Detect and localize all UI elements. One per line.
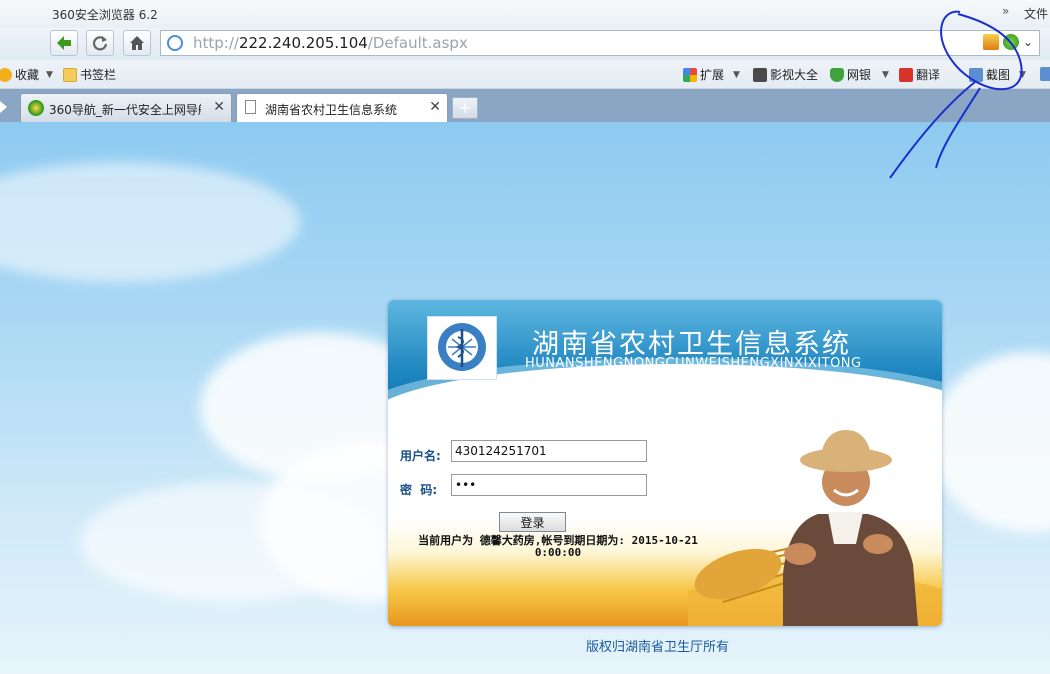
extensions-label: 扩展	[700, 68, 725, 82]
star-icon	[0, 67, 12, 82]
system-subtitle: HUNANSHENGNONGCUNWEISHENGXINXIXITONG	[525, 356, 862, 371]
login-banner: 湖南省农村卫生信息系统 HUNANSHENGNONGCUNWEISHENGXIN…	[388, 300, 942, 474]
refresh-button[interactable]	[86, 30, 114, 56]
password-input[interactable]	[451, 474, 647, 496]
chevron-down-icon[interactable]: ▼	[733, 70, 740, 80]
who-emblem-logo	[427, 316, 497, 380]
login-panel: 湖南省农村卫生信息系统 HUNANSHENGNONGCUNWEISHENGXIN…	[388, 300, 942, 626]
page-icon	[245, 100, 256, 114]
folder-icon	[63, 67, 77, 82]
url-host: 222.240.205.104	[238, 34, 368, 52]
url-path: /Default.aspx	[367, 34, 468, 52]
favorites-label: 收藏	[15, 68, 40, 82]
app-title: 360安全浏览器 6.2	[52, 8, 158, 22]
cloud-decoration	[80, 482, 380, 602]
site-info-icon[interactable]	[167, 35, 183, 51]
new-tab-button[interactable]: +	[452, 97, 478, 119]
shield-icon	[830, 67, 844, 82]
extensions-icon	[683, 67, 697, 82]
account-expiry-time: 0:00:00	[534, 546, 582, 559]
tab-health-system[interactable]: 湖南省农村卫生信息系统 ✕	[236, 93, 448, 122]
url-scheme: http://	[193, 34, 239, 52]
home-icon	[130, 36, 144, 50]
username-label: 用户名:	[400, 449, 441, 463]
password-label: 密 码:	[400, 483, 438, 497]
tab-label: 360导航_新一代安全上网导航	[49, 103, 201, 117]
cloud-decoration	[0, 162, 300, 282]
extensions-button[interactable]: 扩展 ▼	[683, 66, 740, 83]
farmer-illustration	[688, 430, 942, 626]
address-url[interactable]: http://222.240.205.104/Default.aspx	[193, 34, 468, 52]
tab-scroll-left-icon[interactable]	[0, 101, 7, 113]
bookmark-bar-folder[interactable]: 书签栏	[63, 66, 116, 83]
bookmark-bar-label: 书签栏	[80, 68, 117, 82]
banking-label: 网银	[847, 68, 872, 82]
login-button[interactable]: 登录	[499, 512, 566, 532]
copyright-footer: 版权归湖南省卫生厅所有	[586, 640, 730, 655]
tab-360-navigation[interactable]: 360导航_新一代安全上网导航 ✕	[20, 93, 232, 122]
video-button[interactable]: 影视大全	[753, 66, 818, 83]
home-button[interactable]	[123, 30, 151, 56]
cloud-decoration	[930, 352, 1050, 532]
close-tab-icon[interactable]: ✕	[429, 99, 441, 115]
video-icon	[753, 67, 767, 82]
chevron-down-icon[interactable]: ▼	[46, 70, 53, 80]
360-logo-icon	[28, 100, 44, 116]
page-content: 湖南省农村卫生信息系统 HUNANSHENGNONGCUNWEISHENGXIN…	[0, 122, 1050, 674]
refresh-icon	[92, 36, 108, 51]
favorites-menu[interactable]: 收藏 ▼	[0, 66, 53, 83]
username-input[interactable]	[451, 440, 647, 462]
account-status: 当前用户为 德馨大药房,帐号到期日期为: 2015-10-21 0:00:00	[398, 535, 718, 559]
tab-label: 湖南省农村卫生信息系统	[265, 103, 398, 117]
video-label: 影视大全	[770, 68, 819, 82]
annotation-scribble	[889, 10, 1023, 179]
back-button[interactable]	[50, 30, 78, 56]
back-arrow-icon	[57, 36, 71, 50]
close-tab-icon[interactable]: ✕	[213, 99, 225, 115]
